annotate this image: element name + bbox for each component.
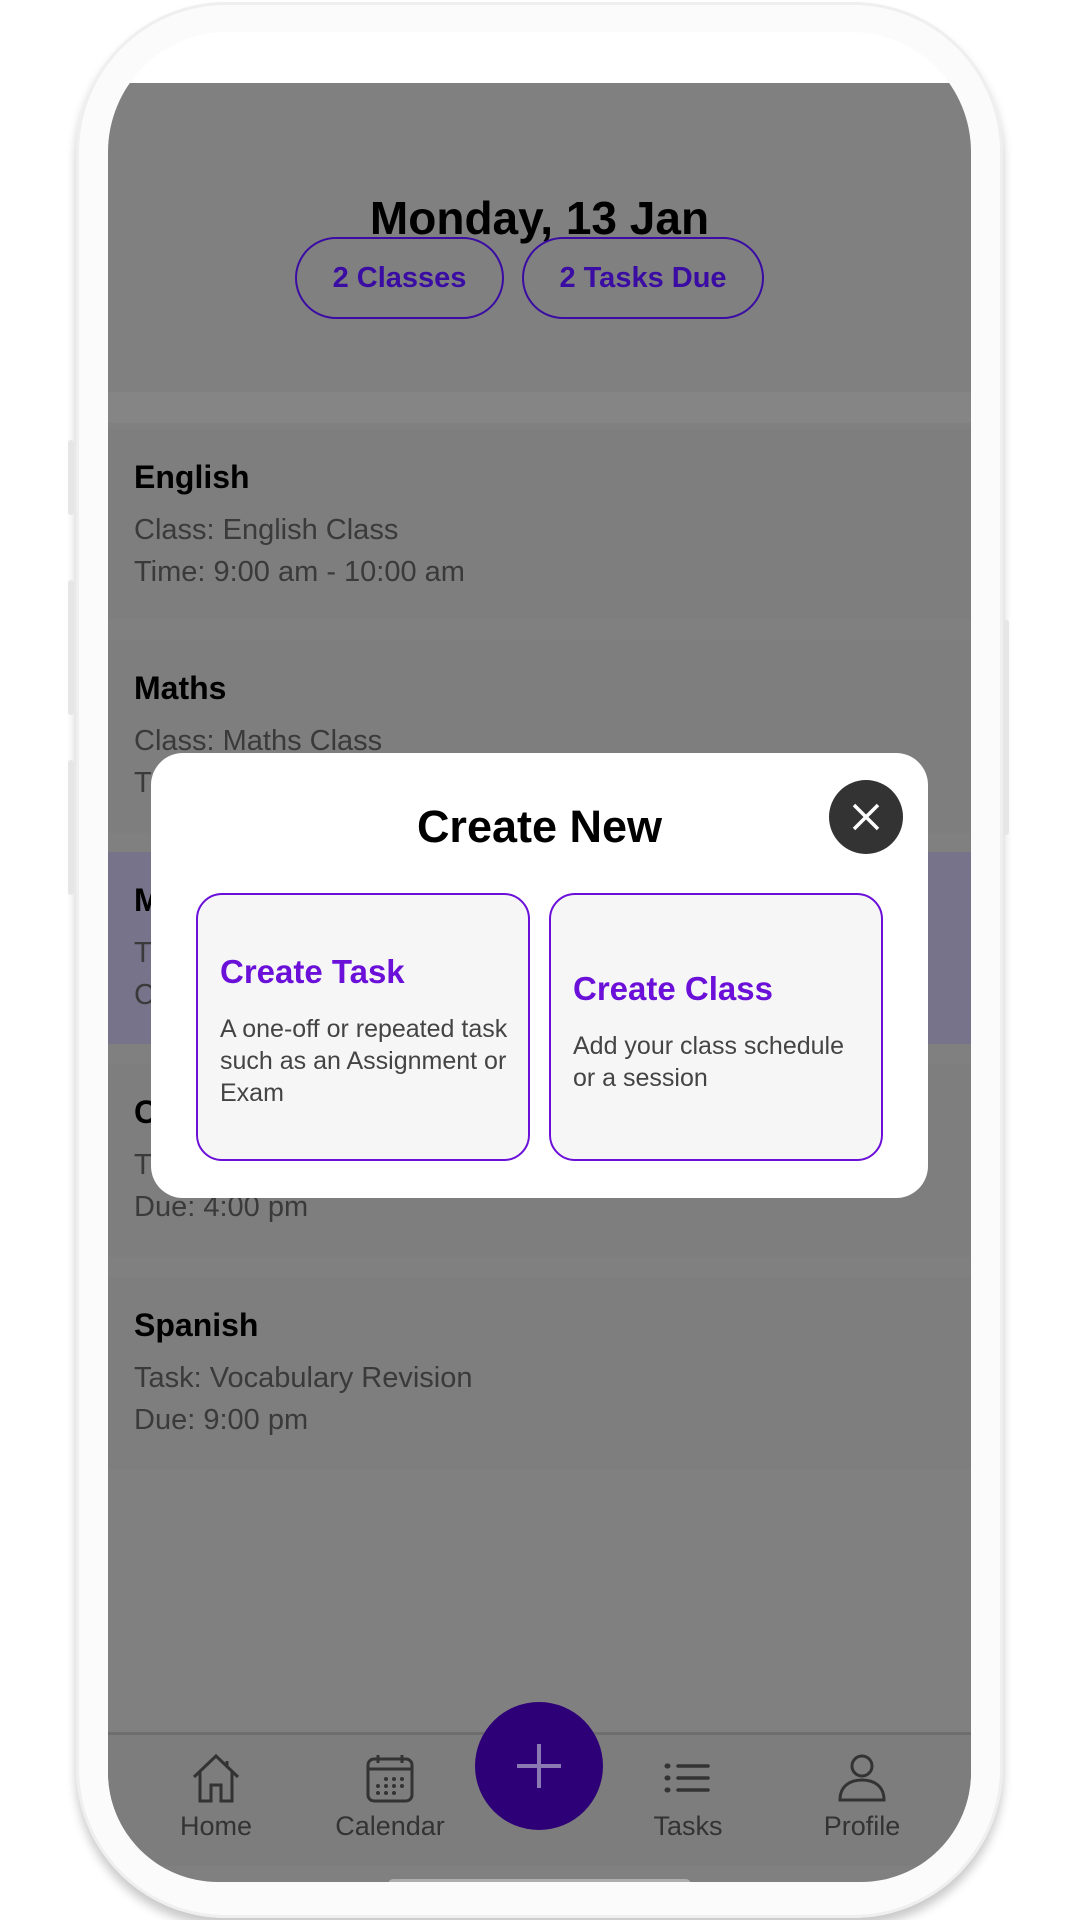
item-detail: Class: English Class	[134, 514, 399, 546]
nav-label: Home	[179, 1811, 253, 1841]
item-detail: T	[134, 1149, 152, 1181]
divider	[108, 392, 971, 423]
user-icon	[838, 1754, 886, 1802]
item-time: Time: 9:00 am - 10:00 am	[134, 556, 465, 588]
modal-title: Create New	[416, 801, 663, 852]
option-description: Add your class schedule or a session	[573, 1032, 844, 1092]
page-title: Monday, 13 Jan	[369, 192, 710, 244]
close-icon	[852, 803, 880, 831]
item-title: Maths	[134, 670, 227, 706]
item-detail: T	[134, 937, 152, 969]
nav-label: Calendar	[335, 1811, 445, 1841]
side-button	[1003, 620, 1009, 835]
create-task-option[interactable]: Create Task A one-off or repeated task s…	[196, 893, 530, 1161]
item-title: Spanish	[134, 1307, 259, 1343]
calendar-icon	[366, 1755, 414, 1803]
side-button	[68, 440, 74, 515]
classes-pill[interactable]: 2 Classes	[295, 237, 504, 319]
list-icon	[664, 1763, 710, 1793]
item-time: Due: 9:00 pm	[134, 1404, 309, 1436]
schedule-item[interactable]: English Class: English Class Time: 9:00 …	[108, 429, 971, 619]
create-new-modal: Create New Create Task A one-off or repe…	[151, 753, 928, 1198]
nav-label: Tasks	[653, 1811, 723, 1841]
option-title: Create Task	[220, 953, 405, 990]
option-title: Create Class	[573, 970, 773, 1007]
tasks-due-pill[interactable]: 2 Tasks Due	[522, 237, 764, 319]
add-button[interactable]	[475, 1702, 603, 1830]
nav-profile[interactable]: Profile	[797, 1753, 927, 1842]
item-time: T	[134, 767, 152, 799]
item-detail: Task: Vocabulary Revision	[134, 1362, 473, 1394]
nav-tasks[interactable]: Tasks	[623, 1753, 753, 1842]
nav-label: Profile	[823, 1811, 901, 1841]
item-title: English	[134, 459, 250, 495]
nav-home[interactable]: Home	[151, 1753, 281, 1842]
close-button[interactable]	[829, 780, 903, 854]
option-description: A one-off or repeated task such as an As…	[220, 1015, 508, 1107]
schedule-item[interactable]: Spanish Task: Vocabulary Revision Due: 9…	[108, 1277, 971, 1469]
side-button	[68, 580, 74, 715]
nav-calendar[interactable]: Calendar	[325, 1753, 455, 1842]
home-indicator[interactable]	[388, 1879, 691, 1882]
home-icon	[192, 1753, 240, 1803]
create-class-option[interactable]: Create Class Add your class schedule or …	[549, 893, 883, 1161]
side-button	[68, 760, 74, 895]
plus-icon	[517, 1744, 561, 1788]
